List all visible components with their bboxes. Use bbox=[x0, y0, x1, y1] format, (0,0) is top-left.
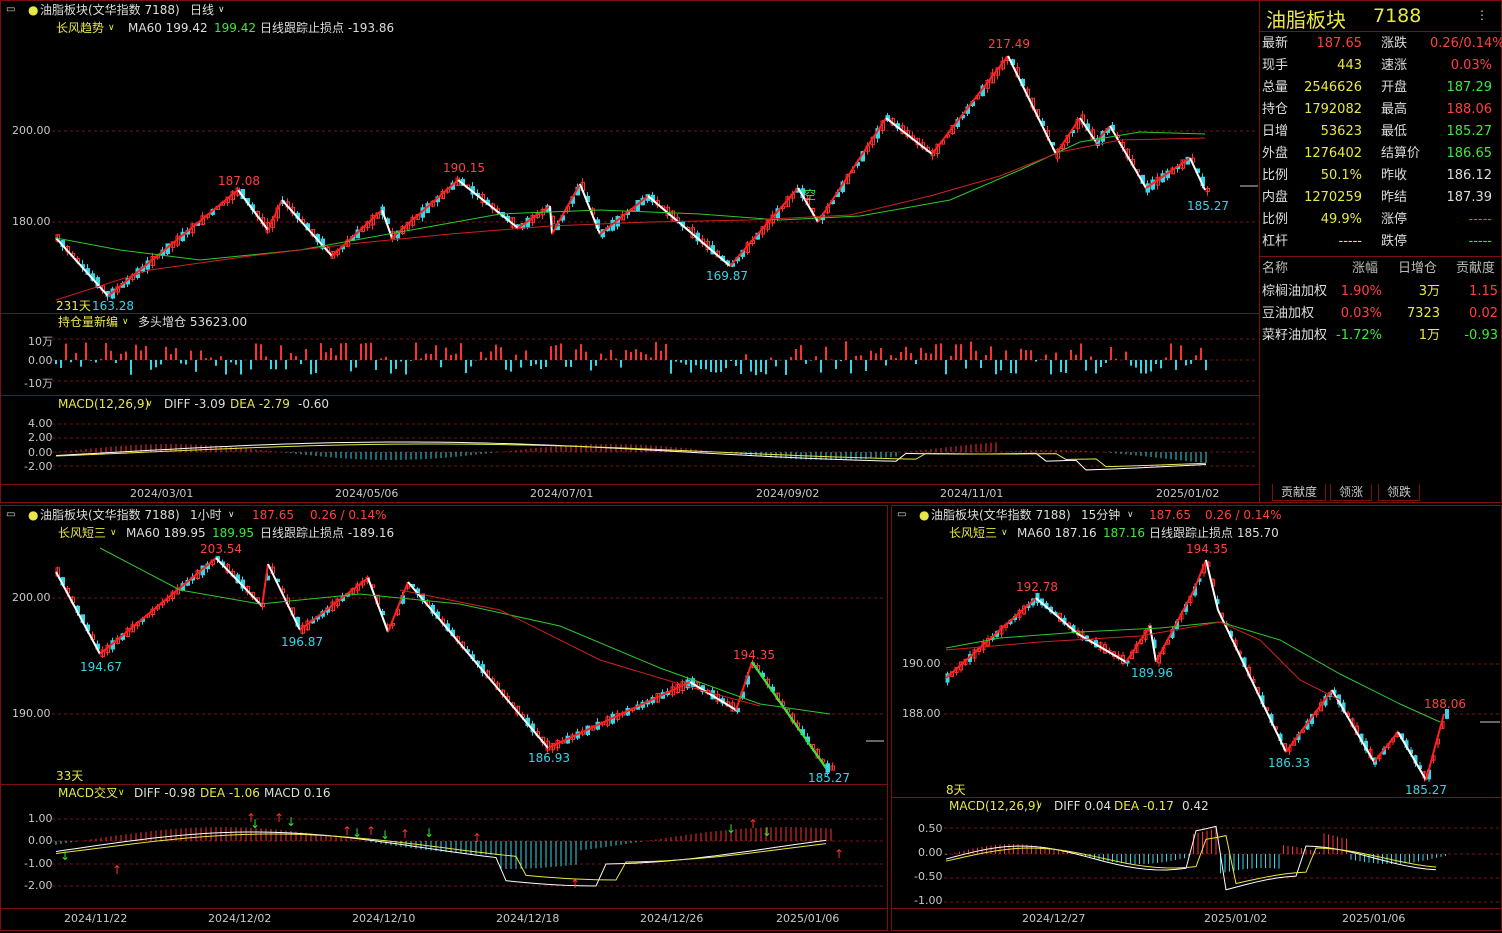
min15-date: 2025/01/06 bbox=[1342, 912, 1406, 925]
min15-candlestick-chart[interactable] bbox=[0, 0, 1502, 933]
trend-segment bbox=[1285, 689, 1333, 753]
ma-line bbox=[945, 621, 1341, 701]
trend-segment bbox=[1397, 731, 1427, 781]
min15-peak-label: 192.78 bbox=[1016, 580, 1058, 594]
min15-days-label: 8天 bbox=[946, 783, 966, 797]
min15-trough-label: 185.27 bbox=[1405, 783, 1447, 797]
min15-peak-label: 188.06 bbox=[1424, 697, 1466, 711]
min15-macd-dea: DEA -0.17 bbox=[1114, 799, 1174, 813]
chevron-down-icon[interactable]: ∨ bbox=[1036, 798, 1043, 814]
min15-macd-y: -0.50 bbox=[914, 870, 943, 883]
trend-segment bbox=[1205, 559, 1219, 611]
trend-segment bbox=[1331, 689, 1375, 763]
trend-segment bbox=[1125, 625, 1151, 663]
trend-segment bbox=[945, 597, 1037, 679]
min15-macd-diff: DIFF 0.04 bbox=[1054, 799, 1112, 813]
dea-line bbox=[945, 835, 1437, 885]
min15-date-divider bbox=[891, 908, 1502, 909]
min15-trough-label: 186.33 bbox=[1268, 756, 1310, 770]
diff-line bbox=[945, 825, 1437, 891]
min15-peak-label: 194.35 bbox=[1186, 542, 1228, 556]
min15-date: 2024/12/27 bbox=[1022, 912, 1086, 925]
min15-trough-label: 189.96 bbox=[1131, 666, 1173, 680]
min15-date: 2025/01/02 bbox=[1204, 912, 1268, 925]
min15-macd-y: 0.50 bbox=[918, 822, 943, 835]
ma-line bbox=[945, 621, 1441, 723]
min15-macd-y: -1.00 bbox=[914, 894, 943, 907]
trend-segment bbox=[1425, 713, 1445, 781]
trend-segment bbox=[1373, 731, 1399, 763]
min15-macd-value: 0.42 bbox=[1182, 799, 1209, 813]
min15-macd-y: 0.00 bbox=[918, 846, 943, 859]
trend-segment bbox=[1035, 597, 1079, 635]
min15-macd-title[interactable]: MACD(12,26,9) bbox=[949, 798, 1040, 814]
